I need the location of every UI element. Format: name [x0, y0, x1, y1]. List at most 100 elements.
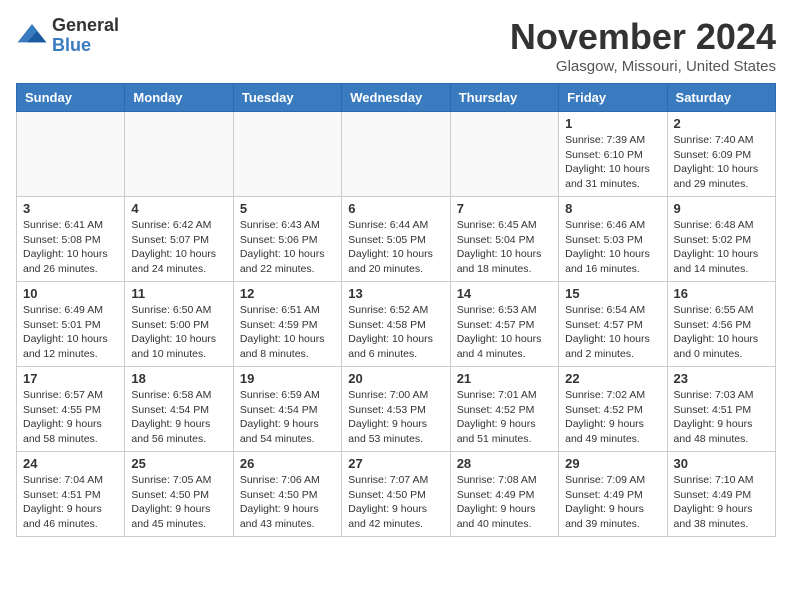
calendar-cell: 2 Sunrise: 7:40 AM Sunset: 6:09 PM Daylig… [667, 112, 775, 197]
calendar-cell: 30 Sunrise: 7:10 AM Sunset: 4:49 PM Dayli… [667, 452, 775, 537]
day-number: 1 [565, 116, 660, 131]
logo-text: General Blue [52, 16, 119, 56]
calendar-cell: 14Sunrise: 6:53 AM Sunset: 4:57 PM Dayli… [450, 282, 558, 367]
day-detail: Sunrise: 7:40 AM Sunset: 6:09 PM Dayligh… [674, 133, 769, 192]
weekday-header: Thursday [450, 84, 558, 112]
day-number: 21 [457, 371, 552, 386]
day-number: 30 [674, 456, 769, 471]
day-detail: Sunrise: 7:01 AM Sunset: 4:52 PM Dayligh… [457, 388, 552, 447]
day-number: 10 [23, 286, 118, 301]
calendar-week-row: 3Sunrise: 6:41 AM Sunset: 5:08 PM Daylig… [17, 197, 776, 282]
calendar-cell: 20Sunrise: 7:00 AM Sunset: 4:53 PM Dayli… [342, 367, 450, 452]
day-detail: Sunrise: 7:06 AM Sunset: 4:50 PM Dayligh… [240, 473, 335, 532]
day-number: 26 [240, 456, 335, 471]
day-detail: Sunrise: 7:02 AM Sunset: 4:52 PM Dayligh… [565, 388, 660, 447]
day-detail: Sunrise: 6:42 AM Sunset: 5:07 PM Dayligh… [131, 218, 226, 277]
day-detail: Sunrise: 6:58 AM Sunset: 4:54 PM Dayligh… [131, 388, 226, 447]
day-number: 7 [457, 201, 552, 216]
day-detail: Sunrise: 6:54 AM Sunset: 4:57 PM Dayligh… [565, 303, 660, 362]
day-number: 11 [131, 286, 226, 301]
calendar-week-row: 24 Sunrise: 7:04 AM Sunset: 4:51 PM Dayli… [17, 452, 776, 537]
calendar-cell [342, 112, 450, 197]
day-number: 24 [23, 456, 118, 471]
day-number: 12 [240, 286, 335, 301]
day-detail: Sunrise: 6:57 AM Sunset: 4:55 PM Dayligh… [23, 388, 118, 447]
calendar-cell: 18 Sunrise: 6:58 AM Sunset: 4:54 PM Dayli… [125, 367, 233, 452]
day-number: 6 [348, 201, 443, 216]
day-detail: Sunrise: 6:46 AM Sunset: 5:03 PM Dayligh… [565, 218, 660, 277]
calendar-cell: 25 Sunrise: 7:05 AM Sunset: 4:50 PM Dayli… [125, 452, 233, 537]
calendar-cell: 4 Sunrise: 6:42 AM Sunset: 5:07 PM Daylig… [125, 197, 233, 282]
weekday-row: SundayMondayTuesdayWednesdayThursdayFrid… [17, 84, 776, 112]
calendar-body: 1 Sunrise: 7:39 AM Sunset: 6:10 PM Daylig… [17, 112, 776, 537]
day-detail: Sunrise: 7:39 AM Sunset: 6:10 PM Dayligh… [565, 133, 660, 192]
day-number: 27 [348, 456, 443, 471]
weekday-header: Saturday [667, 84, 775, 112]
day-number: 25 [131, 456, 226, 471]
calendar-cell: 11 Sunrise: 6:50 AM Sunset: 5:00 PM Dayli… [125, 282, 233, 367]
day-detail: Sunrise: 6:43 AM Sunset: 5:06 PM Dayligh… [240, 218, 335, 277]
day-number: 5 [240, 201, 335, 216]
calendar-cell: 17 Sunrise: 6:57 AM Sunset: 4:55 PM Dayli… [17, 367, 125, 452]
calendar-cell: 23Sunrise: 7:03 AM Sunset: 4:51 PM Dayli… [667, 367, 775, 452]
day-number: 17 [23, 371, 118, 386]
day-number: 16 [674, 286, 769, 301]
calendar-cell: 16 Sunrise: 6:55 AM Sunset: 4:56 PM Dayli… [667, 282, 775, 367]
weekday-header: Monday [125, 84, 233, 112]
day-number: 13 [348, 286, 443, 301]
calendar-cell [17, 112, 125, 197]
day-detail: Sunrise: 7:08 AM Sunset: 4:49 PM Dayligh… [457, 473, 552, 532]
weekday-header: Tuesday [233, 84, 341, 112]
day-detail: Sunrise: 6:59 AM Sunset: 4:54 PM Dayligh… [240, 388, 335, 447]
day-detail: Sunrise: 7:09 AM Sunset: 4:49 PM Dayligh… [565, 473, 660, 532]
day-number: 8 [565, 201, 660, 216]
calendar-cell [233, 112, 341, 197]
day-number: 28 [457, 456, 552, 471]
calendar-cell: 6 Sunrise: 6:44 AM Sunset: 5:05 PM Daylig… [342, 197, 450, 282]
logo-general: General [52, 16, 119, 36]
day-number: 3 [23, 201, 118, 216]
day-detail: Sunrise: 6:44 AM Sunset: 5:05 PM Dayligh… [348, 218, 443, 277]
calendar-cell: 5 Sunrise: 6:43 AM Sunset: 5:06 PM Daylig… [233, 197, 341, 282]
calendar-cell: 24 Sunrise: 7:04 AM Sunset: 4:51 PM Dayli… [17, 452, 125, 537]
title-block: November 2024 Glasgow, Missouri, United … [510, 16, 776, 75]
calendar-cell [125, 112, 233, 197]
logo-icon [16, 20, 48, 52]
calendar-cell: 3Sunrise: 6:41 AM Sunset: 5:08 PM Daylig… [17, 197, 125, 282]
day-number: 22 [565, 371, 660, 386]
day-detail: Sunrise: 6:55 AM Sunset: 4:56 PM Dayligh… [674, 303, 769, 362]
day-detail: Sunrise: 7:05 AM Sunset: 4:50 PM Dayligh… [131, 473, 226, 532]
day-detail: Sunrise: 6:48 AM Sunset: 5:02 PM Dayligh… [674, 218, 769, 277]
calendar-cell: 1 Sunrise: 7:39 AM Sunset: 6:10 PM Daylig… [559, 112, 667, 197]
day-number: 19 [240, 371, 335, 386]
calendar-cell: 26 Sunrise: 7:06 AM Sunset: 4:50 PM Dayli… [233, 452, 341, 537]
weekday-header: Friday [559, 84, 667, 112]
calendar-cell: 28 Sunrise: 7:08 AM Sunset: 4:49 PM Dayli… [450, 452, 558, 537]
calendar-cell: 9 Sunrise: 6:48 AM Sunset: 5:02 PM Daylig… [667, 197, 775, 282]
calendar-cell: 7 Sunrise: 6:45 AM Sunset: 5:04 PM Daylig… [450, 197, 558, 282]
day-detail: Sunrise: 6:52 AM Sunset: 4:58 PM Dayligh… [348, 303, 443, 362]
calendar-week-row: 1 Sunrise: 7:39 AM Sunset: 6:10 PM Daylig… [17, 112, 776, 197]
day-number: 20 [348, 371, 443, 386]
weekday-header: Wednesday [342, 84, 450, 112]
calendar-week-row: 17 Sunrise: 6:57 AM Sunset: 4:55 PM Dayli… [17, 367, 776, 452]
day-number: 2 [674, 116, 769, 131]
location: Glasgow, Missouri, United States [510, 58, 776, 75]
day-number: 18 [131, 371, 226, 386]
day-detail: Sunrise: 7:04 AM Sunset: 4:51 PM Dayligh… [23, 473, 118, 532]
day-detail: Sunrise: 6:50 AM Sunset: 5:00 PM Dayligh… [131, 303, 226, 362]
calendar-cell: 19 Sunrise: 6:59 AM Sunset: 4:54 PM Dayli… [233, 367, 341, 452]
day-detail: Sunrise: 6:49 AM Sunset: 5:01 PM Dayligh… [23, 303, 118, 362]
calendar-cell: 8 Sunrise: 6:46 AM Sunset: 5:03 PM Daylig… [559, 197, 667, 282]
day-number: 29 [565, 456, 660, 471]
calendar-cell: 13 Sunrise: 6:52 AM Sunset: 4:58 PM Dayli… [342, 282, 450, 367]
day-number: 15 [565, 286, 660, 301]
day-detail: Sunrise: 7:10 AM Sunset: 4:49 PM Dayligh… [674, 473, 769, 532]
day-number: 4 [131, 201, 226, 216]
calendar-cell: 27Sunrise: 7:07 AM Sunset: 4:50 PM Dayli… [342, 452, 450, 537]
calendar-table: SundayMondayTuesdayWednesdayThursdayFrid… [16, 83, 776, 537]
calendar-cell [450, 112, 558, 197]
day-number: 9 [674, 201, 769, 216]
day-detail: Sunrise: 6:45 AM Sunset: 5:04 PM Dayligh… [457, 218, 552, 277]
calendar-cell: 29 Sunrise: 7:09 AM Sunset: 4:49 PM Dayli… [559, 452, 667, 537]
